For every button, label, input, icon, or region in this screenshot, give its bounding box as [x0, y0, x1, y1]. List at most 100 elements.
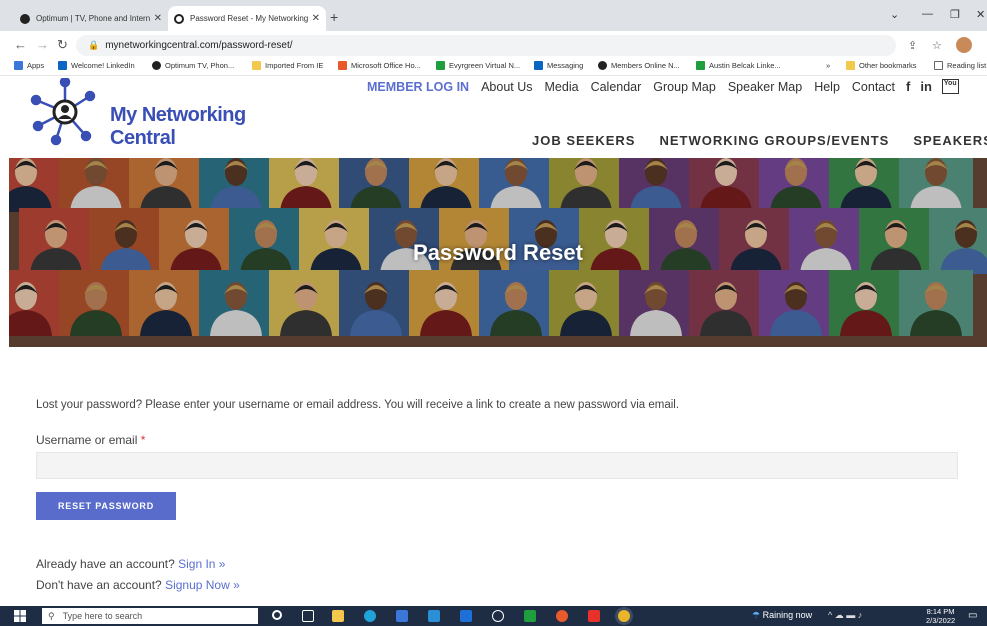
reset-password-button[interactable]: RESET PASSWORD	[36, 492, 176, 520]
have-account-text: Already have an account?	[36, 557, 175, 571]
network-icon[interactable]: ▬	[846, 610, 855, 620]
notification-icon[interactable]: ▭	[968, 610, 977, 621]
intro-text: Lost your password? Please enter your us…	[36, 399, 680, 411]
members-icon	[598, 61, 607, 70]
bookmark-office[interactable]: Microsoft Office Ho...	[338, 61, 421, 70]
tab-optimum[interactable]: Optimum | TV, Phone and Intern ✕	[14, 6, 168, 31]
linkedin-icon	[58, 61, 67, 70]
profile-avatar[interactable]	[956, 37, 972, 53]
optimum-favicon-icon	[20, 13, 30, 24]
tray-chevron-icon[interactable]: ^	[828, 610, 832, 620]
sign-in-link[interactable]: Sign In »	[178, 557, 225, 571]
excel-icon[interactable]	[524, 610, 536, 622]
back-icon[interactable]: ←	[14, 37, 27, 52]
weather-widget[interactable]: ☂ Raining now	[752, 610, 812, 621]
taskbar-clock[interactable]: 8:14 PM 2/3/2022	[926, 607, 955, 625]
reading-list[interactable]: Reading list	[934, 61, 986, 70]
chrome-icon[interactable]	[618, 610, 630, 622]
powerpoint-icon[interactable]	[556, 610, 568, 622]
restore-icon[interactable]: ❐	[950, 8, 960, 21]
top-nav: MEMBER LOG IN About Us Media Calendar Gr…	[367, 80, 907, 94]
facebook-icon[interactable]: f	[906, 79, 910, 94]
search-placeholder: Type here to search	[62, 611, 143, 621]
dell-icon[interactable]	[492, 610, 504, 622]
search-icon: ⚲	[48, 610, 55, 621]
more-chevron-icon: »	[826, 61, 831, 70]
volume-icon[interactable]: ♪	[858, 610, 863, 620]
bookmark-imported[interactable]: Imported From IE	[252, 61, 323, 70]
forward-icon[interactable]: →	[36, 37, 49, 52]
mail-icon[interactable]	[428, 610, 440, 622]
bookmark-evergreen[interactable]: Evyrgreen Virtual N...	[436, 61, 520, 70]
sign-in-prompt: Already have an account? Sign In »	[36, 557, 225, 571]
tab-label: Password Reset - My Networking	[190, 14, 308, 23]
apps-grid-icon	[14, 61, 23, 70]
tab-password-reset[interactable]: Password Reset - My Networking ✕	[168, 6, 326, 31]
folder-icon	[252, 61, 261, 70]
nav-member-login[interactable]: MEMBER LOG IN	[367, 80, 469, 94]
close-window-icon[interactable]: ✕	[976, 8, 985, 21]
minimize-icon[interactable]: —	[922, 8, 933, 20]
bookmark-label: Microsoft Office Ho...	[351, 61, 421, 70]
bookmark-label: Welcome! LinkedIn	[71, 61, 135, 70]
bookmarks-more[interactable]: »	[826, 61, 830, 70]
windows-taskbar: ⚲ Type here to search ☂ Raining now ^ ☁ …	[0, 606, 987, 626]
nav-help[interactable]: Help	[814, 80, 840, 94]
nav-group-map[interactable]: Group Map	[653, 80, 716, 94]
task-view-icon[interactable]	[302, 610, 314, 622]
logo-text: My Networking Central	[110, 104, 246, 149]
nav-job-seekers[interactable]: JOB SEEKERS	[532, 133, 635, 148]
nav-about-us[interactable]: About Us	[481, 80, 532, 94]
linkedin-icon[interactable]: in	[920, 79, 932, 94]
bookmark-star-icon[interactable]: ☆	[932, 39, 942, 52]
cloud-icon[interactable]: ☁	[835, 610, 844, 620]
tab-label: Optimum | TV, Phone and Intern	[36, 14, 150, 23]
youtube-icon[interactable]: You	[941, 79, 959, 94]
nav-contact[interactable]: Contact	[852, 80, 895, 94]
store-icon[interactable]	[396, 610, 408, 622]
lock-icon: 🔒	[88, 40, 100, 50]
nav-speaker-map[interactable]: Speaker Map	[728, 80, 802, 94]
tab-close-icon[interactable]: ✕	[312, 13, 320, 24]
bookmark-austin[interactable]: Austin Belcak Linke...	[696, 61, 781, 70]
site-logo[interactable]: My Networking Central	[30, 76, 260, 149]
other-bookmarks-label: Other bookmarks	[859, 61, 917, 70]
nav-calendar[interactable]: Calendar	[591, 80, 642, 94]
word-icon[interactable]	[460, 610, 472, 622]
no-account-text: Don't have an account?	[36, 578, 162, 592]
share-icon[interactable]: ⇪	[908, 39, 917, 52]
bookmark-messaging[interactable]: Messaging	[534, 61, 583, 70]
username-label-text: Username or email	[36, 433, 138, 447]
address-bar[interactable]: 🔒 mynetworkingcentral.com/password-reset…	[76, 35, 896, 56]
edge-icon[interactable]	[364, 610, 376, 622]
new-tab-button[interactable]: +	[330, 9, 338, 25]
file-explorer-icon[interactable]	[332, 610, 344, 622]
weather-text: Raining now	[762, 610, 813, 620]
bookmark-optimum[interactable]: Optimum TV, Phon...	[152, 61, 234, 70]
bookmark-apps[interactable]: Apps	[14, 61, 44, 70]
windows-start-icon[interactable]	[14, 610, 26, 622]
bookmark-label: Members Online N...	[611, 61, 680, 70]
required-mark: *	[140, 433, 146, 447]
hero-banner: Password Reset	[9, 158, 987, 347]
nav-speakers[interactable]: SPEAKERS	[913, 133, 987, 148]
linkedin-icon	[534, 61, 543, 70]
tab-close-icon[interactable]: ✕	[154, 13, 162, 24]
nav-networking-groups[interactable]: NETWORKING GROUPS/EVENTS	[659, 133, 889, 148]
reload-icon[interactable]: ↻	[57, 37, 68, 53]
sign-up-link[interactable]: Signup Now »	[165, 578, 240, 592]
bookmark-members[interactable]: Members Online N...	[598, 61, 680, 70]
page-title: Password Reset	[413, 240, 583, 265]
other-bookmarks[interactable]: Other bookmarks	[846, 61, 917, 70]
reading-list-icon	[934, 61, 943, 70]
bookmark-label: Evyrgreen Virtual N...	[449, 61, 521, 70]
office-icon[interactable]	[588, 610, 600, 622]
clock-date: 2/3/2022	[926, 616, 956, 625]
bookmark-label: Apps	[27, 61, 45, 70]
bookmark-linkedin[interactable]: Welcome! LinkedIn	[58, 61, 135, 70]
tab-search-icon[interactable]: ⌄	[890, 8, 899, 21]
nav-media[interactable]: Media	[545, 80, 579, 94]
taskbar-search[interactable]: ⚲ Type here to search	[42, 608, 258, 624]
username-email-input[interactable]	[36, 452, 958, 479]
cortana-icon[interactable]	[272, 610, 282, 620]
